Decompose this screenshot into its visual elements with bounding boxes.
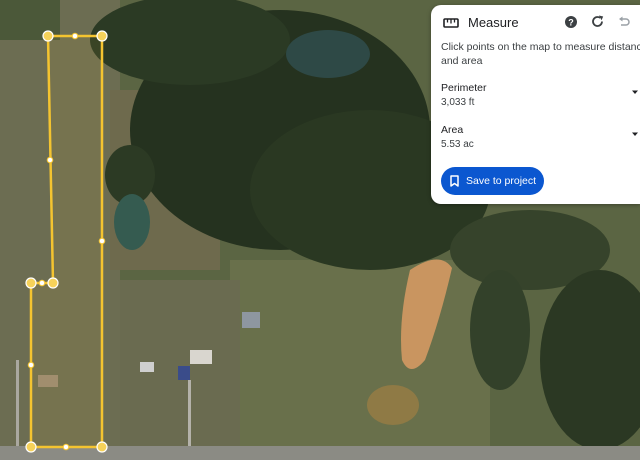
save-button-label: Save to project <box>466 175 537 187</box>
measure-panel: Measure ? Click points on the map to mea… <box>431 5 640 204</box>
panel-header: Measure ? <box>431 5 640 41</box>
perimeter-value: 3,033 ft <box>441 97 475 108</box>
chevron-down-icon[interactable] <box>630 84 640 102</box>
help-icon[interactable]: ? <box>564 15 578 34</box>
reset-icon[interactable] <box>590 14 605 34</box>
perimeter-section[interactable]: Perimeter 3,033 ft <box>441 82 640 108</box>
perimeter-label: Perimeter <box>441 82 487 94</box>
panel-title: Measure <box>468 15 519 30</box>
instructions-text: Click points on the map to measure dista… <box>441 41 640 67</box>
area-label: Area <box>441 124 464 136</box>
chevron-down-icon[interactable] <box>630 126 640 144</box>
svg-text:?: ? <box>568 17 574 27</box>
area-section[interactable]: Area 5.53 ac <box>441 124 640 150</box>
save-to-project-button[interactable]: Save to project <box>441 167 544 195</box>
undo-icon[interactable] <box>617 15 631 34</box>
area-value: 5.53 ac <box>441 139 474 150</box>
bookmark-icon <box>450 175 459 187</box>
ruler-icon <box>443 16 459 35</box>
